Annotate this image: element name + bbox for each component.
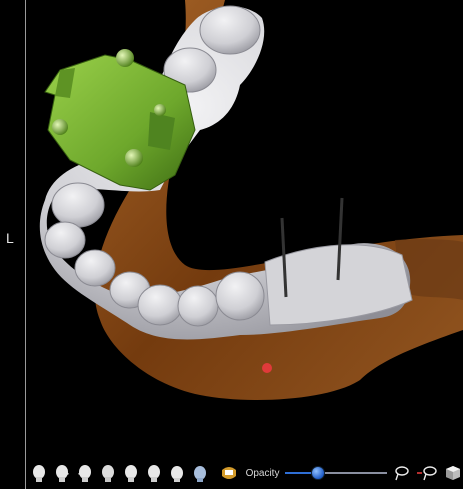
head-mask-icon[interactable] <box>189 462 210 484</box>
head-right-icon[interactable] <box>51 462 72 484</box>
incisor <box>74 249 116 287</box>
canine <box>44 221 86 259</box>
guide-sleeve <box>154 104 166 116</box>
opacity-slider[interactable] <box>285 466 387 480</box>
head-oblique-icon[interactable] <box>166 462 187 484</box>
lasso-remove-icon[interactable] <box>416 462 438 484</box>
head-top-icon[interactable] <box>120 462 141 484</box>
nerve-marker <box>262 363 272 373</box>
orientation-label: L <box>6 230 14 246</box>
opacity-label: Opacity <box>245 467 280 479</box>
lasso-icon[interactable] <box>391 462 412 484</box>
molar <box>215 271 265 321</box>
view-toolbar: Opacity <box>26 457 463 489</box>
3d-viewport[interactable]: L Opacity <box>0 0 463 489</box>
head-left-icon[interactable] <box>74 462 95 484</box>
premolar <box>177 285 219 327</box>
molar <box>199 5 261 55</box>
premolar <box>137 284 183 326</box>
premolar <box>51 182 105 228</box>
cube-icon[interactable] <box>442 462 463 484</box>
head-back-icon[interactable] <box>97 462 118 484</box>
guide-sleeve <box>116 49 134 67</box>
head-front-icon[interactable] <box>28 462 49 484</box>
teeth-icon[interactable] <box>219 462 240 484</box>
guide-sleeve <box>52 119 68 135</box>
head-bottom-icon[interactable] <box>143 462 164 484</box>
dental-3d-scene[interactable] <box>0 0 463 489</box>
mandible-bone <box>94 0 463 400</box>
divider-line <box>25 0 26 489</box>
opacity-slider-thumb[interactable] <box>311 466 326 480</box>
guide-sleeve <box>125 149 143 167</box>
